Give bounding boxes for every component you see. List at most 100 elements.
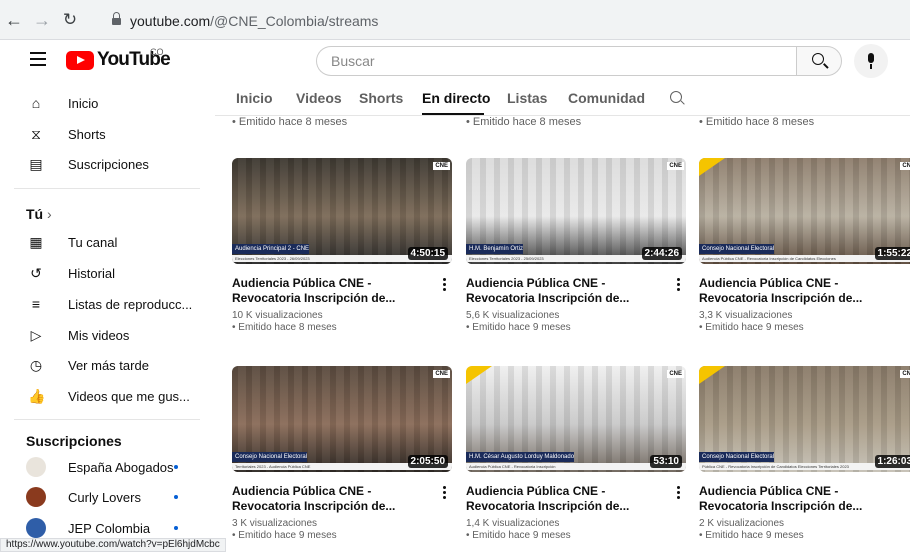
video-title-line: Audiencia Pública CNE - <box>232 484 372 498</box>
video-card[interactable]: CNE H.M. Benjamín Ortiz Elecciones Territo… <box>466 158 686 333</box>
duration-badge: 53:10 <box>650 455 682 468</box>
you-section-heading[interactable]: Tú › <box>26 206 52 222</box>
tab-en-directo[interactable]: En directo <box>422 90 490 106</box>
tab-videos[interactable]: Videos <box>296 90 342 106</box>
hamburger-menu-icon[interactable] <box>30 52 46 66</box>
video-title-line: Revocatoria Inscripción de... <box>466 291 630 305</box>
video-card[interactable]: CNE Consejo Nacional Electoral Audiencia P… <box>699 158 910 333</box>
video-card[interactable]: CNEConsejo Nacional ElectoralPública CNE… <box>699 366 910 541</box>
video-thumbnail[interactable]: CNE Audiencia Principal 2 - CNE Elecciones… <box>232 158 452 264</box>
more-actions-icon[interactable] <box>676 486 680 500</box>
view-count: 3,3 K visualizaciones <box>699 310 793 321</box>
back-arrow-icon[interactable]: ← <box>4 10 24 30</box>
sidebar-item-label: Mis videos <box>68 328 130 343</box>
sidebar-item[interactable]: ▦ Tu canal <box>0 227 215 257</box>
lower-third-banner: Consejo Nacional Electoral <box>232 452 308 462</box>
sidebar-item[interactable]: ≡ Listas de reproducc... <box>0 289 215 319</box>
search-button[interactable] <box>796 46 842 76</box>
avatar <box>26 487 46 507</box>
video-thumbnail[interactable]: CNE H.M. Benjamín Ortiz Elecciones Territo… <box>466 158 686 264</box>
video-title[interactable]: Audiencia Pública CNE - Revocatoria Inscr… <box>232 276 432 306</box>
watch-later-icon: ◷ <box>29 357 43 373</box>
sidebar-item[interactable]: ◷ Ver más tarde <box>0 350 215 380</box>
video-thumbnail[interactable]: CNEConsejo Nacional ElectoralAudiencia P… <box>699 158 910 264</box>
sidebar-item-label: Ver más tarde <box>68 358 149 373</box>
sidebar-item-label: Inicio <box>68 96 99 111</box>
duration-badge: 2:05:50 <box>407 455 448 468</box>
sidebar-item[interactable]: ▷ Mis videos <box>0 320 215 350</box>
sidebar-item[interactable]: 👍 Videos que me gus... <box>0 381 215 411</box>
sidebar-item-label: Tu canal <box>68 235 118 250</box>
video-title[interactable]: Audiencia Pública CNE - Revocatoria Inscr… <box>232 484 432 514</box>
more-actions-icon[interactable] <box>442 486 446 500</box>
subscription-channel[interactable]: España Abogados <box>0 452 215 482</box>
more-actions-icon[interactable] <box>442 278 446 292</box>
channel-name: JEP Colombia <box>68 521 151 536</box>
sidebar-item[interactable]: ⧖ Shorts <box>0 119 215 149</box>
sidebar-item-label: Suscripciones <box>68 157 149 172</box>
video-title-line: Revocatoria Inscripción de... <box>466 499 630 513</box>
duration-badge: 1:26:03 <box>874 455 910 468</box>
video-title-line: Revocatoria Inscripción de... <box>699 499 863 513</box>
video-card[interactable]: CNE Consejo Nacional Electoral Territorial… <box>232 366 452 541</box>
address-bar[interactable]: youtube.com/@CNE_Colombia/streams <box>100 8 900 34</box>
sidebar-item-label: Videos que me gus... <box>68 389 190 404</box>
tab-shorts[interactable]: Shorts <box>359 90 403 106</box>
lower-third-banner: Audiencia Principal 2 - CNE <box>232 244 310 254</box>
video-title[interactable]: Audiencia Pública CNE - Revocatoria Inscr… <box>699 484 899 514</box>
forward-arrow-icon[interactable]: → <box>32 10 52 30</box>
sidebar-divider <box>14 188 200 189</box>
cne-logo: CNE <box>667 162 684 170</box>
cne-logo: CNE <box>433 370 450 378</box>
video-title-line: Revocatoria Inscripción de... <box>232 499 396 513</box>
stream-age: • Emitido hace 9 meses <box>232 530 337 541</box>
shorts-icon: ⧖ <box>31 126 41 142</box>
sidebar-item[interactable]: ⌂ Inicio <box>0 88 215 118</box>
sidebar-item[interactable]: ↺ Historial <box>0 258 215 288</box>
address-url[interactable]: youtube.com/@CNE_Colombia/streams <box>130 13 378 29</box>
channel-icon: ▦ <box>29 234 43 250</box>
tab-inicio[interactable]: Inicio <box>236 90 273 106</box>
video-thumbnail[interactable]: CNE H.M. César Augusto Lorduy Maldonado Au… <box>466 366 686 472</box>
video-title-line: Audiencia Pública CNE - <box>699 484 839 498</box>
video-title[interactable]: Audiencia Pública CNE - Revocatoria Inscr… <box>466 484 666 514</box>
video-card[interactable]: CNE H.M. César Augusto Lorduy Maldonado Au… <box>466 366 686 541</box>
youtube-play-icon <box>66 51 94 70</box>
video-title[interactable]: Audiencia Pública CNE - Revocatoria Inscr… <box>699 276 899 306</box>
tab-listas[interactable]: Listas <box>507 90 547 106</box>
sidebar-item-label: Shorts <box>68 127 106 142</box>
search-box <box>316 46 796 76</box>
video-thumbnail[interactable]: CNE Consejo Nacional Electoral Territorial… <box>232 366 452 472</box>
cne-logo: CNE <box>900 162 910 170</box>
video-card[interactable]: CNE Audiencia Principal 2 - CNE Elecciones… <box>232 158 452 333</box>
subscription-channel[interactable]: Curly Lovers <box>0 482 215 512</box>
reload-icon[interactable]: ↻ <box>60 10 80 30</box>
video-title-line: Audiencia Pública CNE - <box>466 484 606 498</box>
tab-comunidad[interactable]: Comunidad <box>568 90 645 106</box>
avatar <box>26 518 46 538</box>
history-icon: ↺ <box>30 265 42 281</box>
new-content-dot <box>174 495 178 499</box>
video-title-line: Revocatoria Inscripción de... <box>232 291 396 305</box>
video-title-line: Audiencia Pública CNE - <box>699 276 839 290</box>
video-title-line: Revocatoria Inscripción de... <box>699 291 863 305</box>
search-input[interactable] <box>331 47 771 75</box>
view-count: 10 K visualizaciones <box>232 310 323 321</box>
channel-search-icon[interactable] <box>670 91 682 103</box>
lock-icon <box>112 12 121 26</box>
previous-row-age: • Emitido hace 8 meses <box>466 116 582 128</box>
view-count: 1,4 K visualizaciones <box>466 518 560 529</box>
video-thumbnail[interactable]: CNEConsejo Nacional ElectoralPública CNE… <box>699 366 910 472</box>
video-title[interactable]: Audiencia Pública CNE - Revocatoria Inscr… <box>466 276 666 306</box>
voice-search-button[interactable] <box>854 44 888 78</box>
duration-badge: 4:50:15 <box>407 247 448 260</box>
more-actions-icon[interactable] <box>676 278 680 292</box>
new-content-dot <box>174 465 178 469</box>
microphone-icon <box>868 53 874 63</box>
channel-name: Curly Lovers <box>68 490 141 505</box>
video-title-line: Audiencia Pública CNE - <box>232 276 372 290</box>
sidebar-item[interactable]: ▤ Suscripciones <box>0 149 215 179</box>
lower-third-banner: H.M. César Augusto Lorduy Maldonado <box>466 452 575 462</box>
view-count: 3 K visualizaciones <box>232 518 318 529</box>
lower-third-banner: H.M. Benjamín Ortiz <box>466 244 524 254</box>
